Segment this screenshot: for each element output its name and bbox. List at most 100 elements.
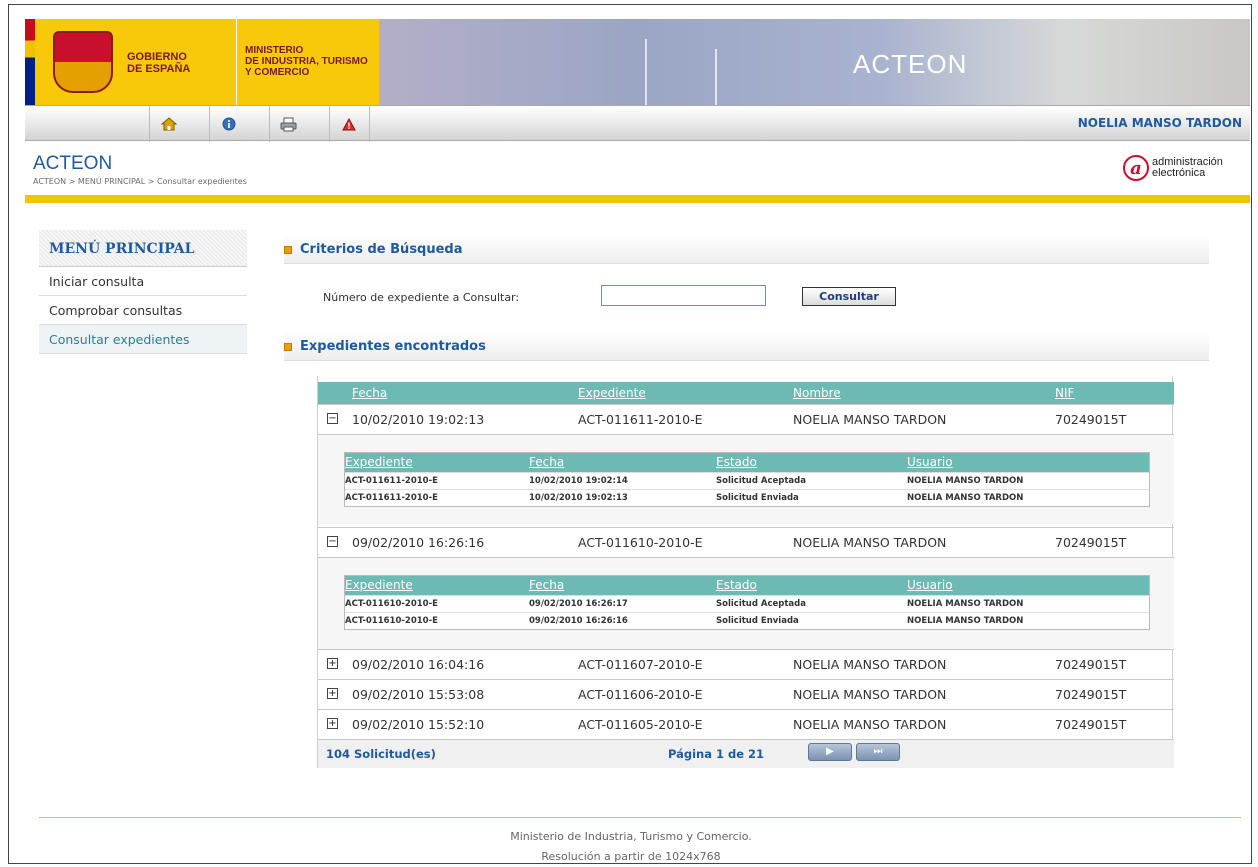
row-nombre: NOELIA MANSO TARDON — [793, 687, 947, 702]
info-icon — [222, 117, 235, 131]
collapse-icon[interactable]: − — [327, 413, 338, 424]
footer-resolution: Resolución a partir de 1024x768 — [541, 850, 721, 863]
table-row: − 10/02/2010 19:02:13 ACT-011611-2010-E … — [318, 404, 1174, 434]
toolbar: NOELIA MANSO TARDON — [25, 105, 1250, 142]
header-divider — [25, 195, 1250, 203]
table-row: + 09/02/2010 15:53:08 ACT-011606-2010-E … — [318, 679, 1174, 709]
gov-line-1: GOBIERNO — [127, 51, 187, 63]
row-nif: 70249015T — [1055, 717, 1127, 732]
detail-row: ACT-011610-2010-E 09/02/2010 16:26:17 So… — [345, 595, 1149, 612]
detail-table: Expediente Fecha Estado Usuario ACT-0116… — [344, 575, 1150, 630]
detail-usuario: NOELIA MANSO TARDON — [907, 599, 1024, 609]
detail-row: ACT-011611-2010-E 10/02/2010 19:02:13 So… — [345, 489, 1149, 506]
detail-estado: Solicitud Aceptada — [716, 599, 806, 609]
user-name: NOELIA MANSO TARDON — [1077, 116, 1242, 130]
results-section-title: Expedientes encontrados — [284, 331, 1209, 361]
spain-flag — [25, 19, 35, 105]
column-header-nif[interactable]: NIF — [1055, 386, 1074, 400]
gobierno-logo: GOBIERNO DE ESPAÑA — [25, 19, 236, 105]
row-nombre: NOELIA MANSO TARDON — [793, 412, 947, 427]
search-section-title: Criterios de Búsqueda — [284, 234, 1209, 264]
expand-icon[interactable]: + — [327, 688, 338, 699]
detail-header: Expediente Fecha Estado Usuario — [345, 576, 1149, 595]
row-nif: 70249015T — [1055, 535, 1127, 550]
detail-column-usuario[interactable]: Usuario — [907, 578, 953, 592]
detail-column-usuario[interactable]: Usuario — [907, 455, 953, 469]
print-icon — [280, 117, 297, 131]
row-nif: 70249015T — [1055, 412, 1127, 427]
home-button[interactable] — [149, 106, 187, 142]
bullet-icon — [284, 246, 292, 254]
turbine-decoration — [645, 39, 647, 105]
row-expediente: ACT-011607-2010-E — [578, 657, 703, 672]
detail-usuario: NOELIA MANSO TARDON — [907, 493, 1024, 503]
expand-icon[interactable]: + — [327, 658, 338, 669]
expediente-number-input[interactable] — [601, 285, 766, 306]
sidebar-item-consultar-expedientes[interactable]: Consultar expedientes — [39, 325, 247, 354]
detail-estado: Solicitud Aceptada — [716, 476, 806, 486]
last-page-button[interactable]: ⏭ — [856, 743, 900, 761]
collapse-icon[interactable]: − — [327, 536, 338, 547]
sidebar-item-iniciar-consulta[interactable]: Iniciar consulta — [39, 267, 247, 296]
table-row: − 09/02/2010 16:26:16 ACT-011610-2010-E … — [318, 527, 1174, 557]
detail-expediente: ACT-011610-2010-E — [345, 616, 438, 626]
breadcrumb: ACTEON > MENÚ PRINCIPAL > Consultar expe… — [33, 177, 247, 186]
alert-icon — [341, 117, 356, 130]
detail-expediente: ACT-011611-2010-E — [345, 476, 438, 486]
detail-fecha: 09/02/2010 16:26:16 — [529, 616, 628, 626]
row-nif: 70249015T — [1055, 657, 1127, 672]
detail-column-fecha[interactable]: Fecha — [529, 455, 564, 469]
turbine-decoration — [715, 49, 717, 105]
row-expediente: ACT-011611-2010-E — [578, 412, 703, 427]
info-button[interactable] — [209, 106, 247, 142]
detail-expediente: ACT-011611-2010-E — [345, 493, 438, 503]
page-frame: GOBIERNO DE ESPAÑA MINISTERIO DE INDUSTR… — [8, 4, 1252, 864]
row-nif: 70249015T — [1055, 687, 1127, 702]
detail-fecha: 10/02/2010 19:02:13 — [529, 493, 628, 503]
ministry-line-3: Y COMERCIO — [245, 67, 310, 78]
detail-expediente: ACT-011610-2010-E — [345, 599, 438, 609]
detail-row: ACT-011610-2010-E 09/02/2010 16:26:16 So… — [345, 612, 1149, 629]
ministry-line-2: DE INDUSTRIA, TURISMO — [245, 56, 368, 67]
consultar-button[interactable]: Consultar — [802, 287, 896, 306]
table-header: Fecha Expediente Nombre NIF — [318, 382, 1174, 404]
toolbar-divider — [369, 106, 370, 142]
row-expediente: ACT-011606-2010-E — [578, 687, 703, 702]
ministerio-logo: MINISTERIO DE INDUSTRIA, TURISMO Y COMER… — [236, 19, 379, 105]
detail-column-fecha[interactable]: Fecha — [529, 578, 564, 592]
table-footer: 104 Solicitud(es) Página 1 de 21 ▶ ⏭ — [318, 739, 1174, 768]
detail-usuario: NOELIA MANSO TARDON — [907, 476, 1024, 486]
footer-ministry: Ministerio de Industria, Turismo y Comer… — [510, 830, 752, 843]
detail-row: ACT-011611-2010-E 10/02/2010 19:02:14 So… — [345, 472, 1149, 489]
next-page-button[interactable]: ▶ — [808, 743, 852, 761]
row-expediente: ACT-011605-2010-E — [578, 717, 703, 732]
row-fecha: 09/02/2010 16:26:16 — [352, 535, 485, 550]
row-expediente: ACT-011610-2010-E — [578, 535, 703, 550]
detail-fecha: 10/02/2010 19:02:14 — [529, 476, 628, 486]
alert-button[interactable] — [329, 106, 367, 142]
ae-line-2: electrónica — [1152, 167, 1206, 179]
detail-column-estado[interactable]: Estado — [716, 455, 757, 469]
administracion-electronica-logo: a administración electrónica — [1123, 155, 1223, 181]
detail-column-estado[interactable]: Estado — [716, 578, 757, 592]
detail-usuario: NOELIA MANSO TARDON — [907, 616, 1024, 626]
detail-column-expediente[interactable]: Expediente — [345, 455, 413, 469]
table-row: + 09/02/2010 15:52:10 ACT-011605-2010-E … — [318, 709, 1174, 739]
coat-of-arms-icon — [53, 31, 113, 93]
detail-fecha: 09/02/2010 16:26:17 — [529, 599, 628, 609]
bullet-icon — [284, 343, 292, 351]
column-header-expediente[interactable]: Expediente — [578, 386, 646, 400]
column-header-nombre[interactable]: Nombre — [793, 386, 841, 400]
expand-icon[interactable]: + — [327, 718, 338, 729]
footer: Ministerio de Industria, Turismo y Comer… — [9, 827, 1251, 863]
page-indicator: Página 1 de 21 — [668, 747, 765, 761]
sidebar-item-comprobar-consultas[interactable]: Comprobar consultas — [39, 296, 247, 325]
search-section-label: Criterios de Búsqueda — [300, 242, 463, 257]
footer-divider — [39, 817, 1241, 818]
column-header-fecha[interactable]: Fecha — [352, 386, 387, 400]
expediente-number-label: Número de expediente a Consultar: — [323, 291, 520, 304]
print-button[interactable] — [269, 106, 307, 142]
gov-line-2: DE ESPAÑA — [127, 63, 191, 75]
row-detail: Expediente Fecha Estado Usuario ACT-0116… — [318, 434, 1174, 524]
detail-column-expediente[interactable]: Expediente — [345, 578, 413, 592]
